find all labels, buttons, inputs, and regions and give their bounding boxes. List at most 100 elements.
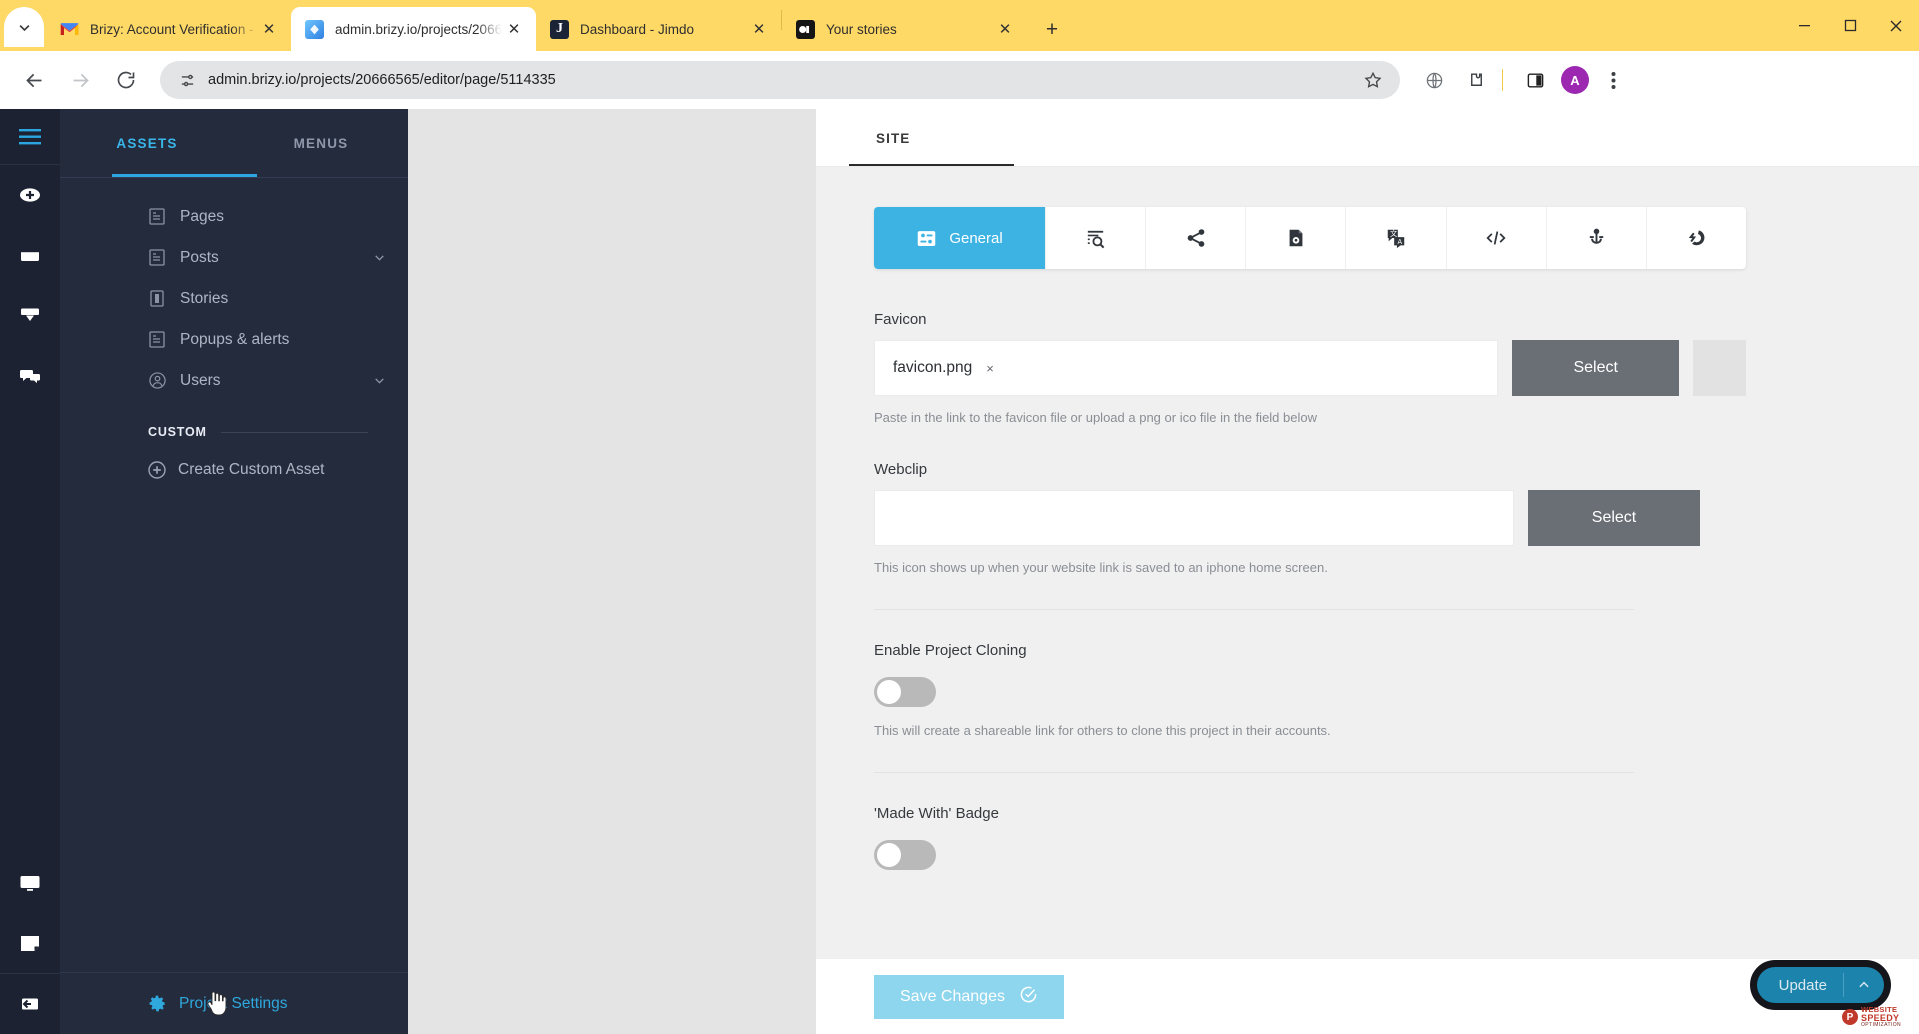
brizy-icon	[305, 19, 324, 39]
made-with-badge-toggle[interactable]	[874, 840, 936, 870]
webclip-help-text: This icon shows up when your website lin…	[874, 560, 1328, 575]
assets-panel: ASSETS MENUS Pages Posts Stories Popups …	[60, 109, 408, 1034]
project-cloning-help-text: This will create a shareable link for ot…	[874, 723, 1331, 738]
section-divider-2	[874, 772, 1634, 773]
sidebar-item-posts[interactable]: Posts	[60, 237, 408, 278]
segment-general-label: General	[949, 229, 1003, 247]
rail-item-add[interactable]	[0, 165, 60, 225]
page-list-icon	[148, 208, 166, 226]
save-changes-button[interactable]: Save Changes	[874, 974, 1064, 1019]
browser-tab-0[interactable]: Brizy: Account Verification - ann ✕	[46, 7, 291, 51]
tab-assets[interactable]: ASSETS	[60, 109, 234, 177]
segment-page-settings[interactable]	[1246, 207, 1347, 269]
browser-tab-3[interactable]: Your stories ✕	[782, 7, 1027, 51]
rail-item-hamburger[interactable]	[0, 109, 60, 165]
made-with-badge-block: 'Made With' Badge	[874, 805, 1746, 870]
maximize-icon	[1844, 19, 1856, 32]
reload-button[interactable]	[106, 60, 146, 100]
address-bar[interactable]: admin.brizy.io/projects/20666565/editor/…	[160, 61, 1400, 99]
sidebar-item-users[interactable]: Users	[60, 360, 408, 401]
layout-icon	[21, 249, 39, 261]
chevron-up-icon[interactable]	[1844, 967, 1884, 1003]
section-divider-1	[874, 609, 1634, 610]
avatar[interactable]: A	[1561, 66, 1589, 94]
favicon-select-button[interactable]: Select	[1512, 340, 1680, 396]
rail-item-download[interactable]	[0, 285, 60, 345]
favicon-field-block: Favicon favicon.png × Select Paste in th…	[874, 311, 1746, 425]
toggle-knob	[877, 680, 901, 704]
minimize-icon	[1798, 25, 1810, 27]
extensions-icon[interactable]	[1458, 62, 1494, 98]
rail-item-comments[interactable]	[0, 345, 60, 405]
forward-button[interactable]	[60, 60, 100, 100]
rail-item-layout[interactable]	[0, 225, 60, 285]
rail-item-page[interactable]	[0, 913, 60, 973]
update-button[interactable]: Update	[1756, 967, 1884, 1003]
editor-icon-rail	[0, 109, 60, 1034]
custom-heading-rule	[220, 431, 368, 433]
add-icon	[20, 188, 40, 202]
sidebar-item-pages[interactable]: Pages	[60, 196, 408, 237]
arrow-right-icon	[73, 73, 89, 87]
tab-menus[interactable]: MENUS	[234, 109, 408, 177]
chevron-down-icon[interactable]	[373, 374, 386, 387]
browser-menu-icon[interactable]	[1595, 62, 1631, 98]
favicon-input[interactable]: favicon.png ×	[874, 340, 1498, 396]
close-window-button[interactable]	[1873, 0, 1919, 51]
sidebar-item-label: Stories	[180, 289, 229, 307]
webclip-select-button[interactable]: Select	[1528, 490, 1700, 546]
project-cloning-block: Enable Project Cloning This will create …	[874, 642, 1746, 738]
webclip-input[interactable]	[874, 490, 1514, 546]
sidebar-item-stories[interactable]: Stories	[60, 278, 408, 319]
svg-text:A: A	[1397, 239, 1402, 246]
project-cloning-toggle[interactable]	[874, 677, 936, 707]
panel-spacer	[60, 479, 408, 972]
side-panel-icon[interactable]	[1517, 62, 1553, 98]
project-cloning-label: Enable Project Cloning	[874, 642, 1027, 659]
seo-search-icon	[1087, 230, 1105, 248]
segment-translation[interactable]: 文 A	[1346, 207, 1447, 269]
tab-close-icon[interactable]: ✕	[502, 17, 526, 41]
segment-general[interactable]: General	[874, 207, 1046, 269]
tab-search-button[interactable]	[4, 7, 44, 47]
rail-item-monitor[interactable]	[0, 853, 60, 913]
segment-seo[interactable]	[1046, 207, 1147, 269]
browser-tab-1[interactable]: admin.brizy.io/projects/206665 ✕	[291, 7, 536, 51]
site-settings-icon[interactable]	[174, 67, 200, 93]
browser-tab-title: Your stories	[826, 21, 897, 37]
stories-icon	[796, 19, 815, 39]
new-tab-button[interactable]: +	[1035, 12, 1069, 46]
segment-code[interactable]	[1447, 207, 1547, 269]
update-label: Update	[1778, 976, 1827, 994]
tab-close-icon[interactable]: ✕	[747, 17, 771, 41]
assets-nav-list: Pages Posts Stories Popups & alerts User…	[60, 178, 408, 401]
update-button-container: Update	[1749, 960, 1891, 1010]
create-custom-asset-button[interactable]: Create Custom Asset	[148, 461, 408, 479]
download-icon	[21, 308, 39, 321]
chevron-down-icon[interactable]	[373, 251, 386, 264]
bookmark-star-icon[interactable]	[1360, 67, 1386, 93]
minimize-button[interactable]	[1781, 0, 1827, 51]
tab-site[interactable]: SITE	[876, 109, 910, 167]
tab-close-icon[interactable]: ✕	[993, 17, 1017, 41]
back-button[interactable]	[14, 60, 54, 100]
segment-hooks[interactable]	[1547, 207, 1647, 269]
segment-integrations[interactable]	[1647, 207, 1746, 269]
sidebar-item-popups-alerts[interactable]: Popups & alerts	[60, 319, 408, 360]
segment-share[interactable]	[1146, 207, 1247, 269]
browser-tab-title: Brizy: Account Verification - ann	[90, 21, 257, 37]
rail-item-logout[interactable]	[0, 974, 60, 1034]
browser-tab-2[interactable]: J Dashboard - Jimdo ✕	[536, 7, 781, 51]
translate-globe-icon[interactable]	[1416, 62, 1452, 98]
toggle-knob	[877, 843, 901, 867]
maximize-button[interactable]	[1827, 0, 1873, 51]
favicon-clear-icon[interactable]: ×	[986, 361, 994, 376]
general-icon	[918, 230, 936, 246]
check-circle-icon	[1019, 985, 1038, 1009]
page-icon	[21, 936, 39, 951]
project-settings-button[interactable]: Project Settings	[60, 972, 408, 1034]
logout-icon	[22, 998, 38, 1010]
browser-tab-strip: Brizy: Account Verification - ann ✕ admi…	[0, 0, 1919, 51]
tab-close-icon[interactable]: ✕	[257, 17, 281, 41]
integrations-icon	[1688, 229, 1705, 245]
